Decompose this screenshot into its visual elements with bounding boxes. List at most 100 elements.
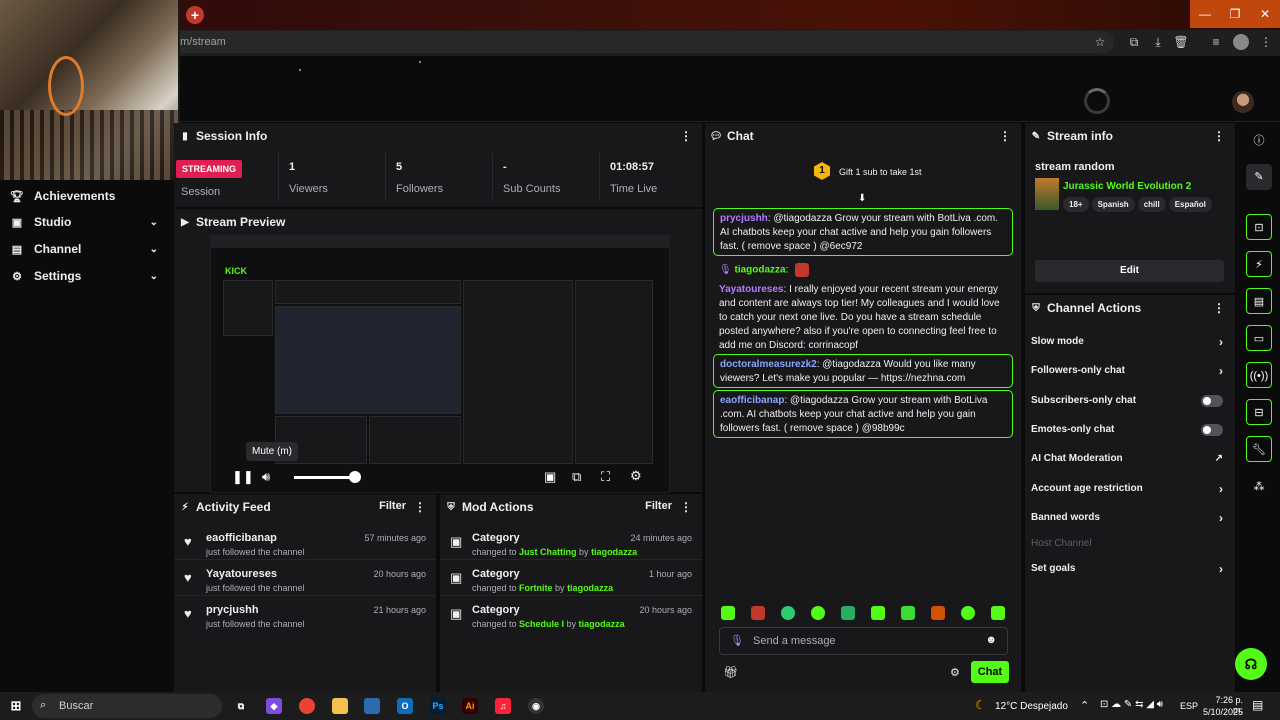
media-queue-icon[interactable]: ≡: [1208, 34, 1224, 50]
emoji-picker-icon[interactable]: ☻: [985, 634, 997, 646]
chat-menu-icon[interactable]: ⋮: [999, 129, 1011, 143]
volume-slider-handle[interactable]: [349, 471, 361, 483]
notifications-icon[interactable]: ▤: [1252, 698, 1263, 712]
tag[interactable]: Spanish: [1091, 197, 1135, 212]
theater-mode-icon[interactable]: ⧉: [572, 469, 581, 485]
tray-chevron-icon[interactable]: ⌃: [1080, 699, 1089, 712]
obs-icon[interactable]: ◉: [528, 698, 544, 714]
photoshop-icon[interactable]: Ps: [430, 698, 446, 714]
set-goals-row[interactable]: Set goals ›: [1031, 555, 1235, 583]
settings-icon[interactable]: ⚙: [630, 468, 642, 484]
windows-start-icon[interactable]: ⊞: [8, 698, 24, 714]
music-icon[interactable]: ♫: [495, 698, 511, 714]
sidebar-item-studio[interactable]: ▣ Studio ⌄: [0, 209, 172, 235]
edit-stream-info-button[interactable]: Edit: [1035, 260, 1224, 282]
chrome-icon[interactable]: [299, 698, 315, 714]
profile-avatar-icon[interactable]: [1233, 34, 1249, 50]
minimize-button[interactable]: —: [1190, 0, 1220, 28]
picture-in-picture-icon[interactable]: ▣: [544, 469, 556, 485]
layout-icon[interactable]: ⊟: [1246, 399, 1272, 425]
sidebar-item-achievements[interactable]: 🏆︎ Achievements: [0, 183, 172, 209]
emote-icon[interactable]: [991, 606, 1005, 620]
task-view-icon[interactable]: ⧉: [233, 698, 249, 714]
chat-settings-icon[interactable]: ⚙: [950, 666, 960, 679]
trash-icon[interactable]: 🗑: [1173, 34, 1189, 50]
chat-icon: 💬︎: [709, 130, 723, 142]
new-tab-button[interactable]: +: [186, 6, 204, 24]
copilot-icon[interactable]: ◆: [266, 698, 282, 714]
emote-icon[interactable]: [931, 606, 945, 620]
channel-actions-menu-icon[interactable]: ⋮: [1213, 301, 1225, 315]
store-icon[interactable]: [364, 698, 380, 714]
taskbar-search[interactable]: ⌕ Buscar: [32, 694, 222, 718]
target-icon[interactable]: ⊡: [1246, 214, 1272, 240]
user-avatar[interactable]: [1232, 91, 1254, 113]
outlook-icon[interactable]: O: [397, 698, 413, 714]
pin-collapse-icon[interactable]: ⬇︎: [858, 193, 866, 204]
clock-date[interactable]: 5/10/2025: [1203, 707, 1243, 717]
close-window-button[interactable]: ✕: [1250, 0, 1280, 28]
mod-filter-button[interactable]: Filter: [645, 500, 672, 512]
chat-bubble-icon[interactable]: ▭: [1246, 325, 1272, 351]
lightning-icon[interactable]: ⚡︎: [1246, 251, 1272, 277]
apps-icon[interactable]: ⁂: [1246, 474, 1272, 500]
maximize-button[interactable]: ❐: [1220, 0, 1250, 28]
fullscreen-icon[interactable]: ⛶: [601, 469, 610, 485]
help-fab-button[interactable]: ☊: [1235, 648, 1267, 680]
sidebar-item-channel[interactable]: ▤ Channel ⌄: [0, 236, 172, 262]
info-icon[interactable]: ⓘ: [1246, 128, 1272, 154]
emote-icon[interactable]: [961, 606, 975, 620]
send-chat-button[interactable]: Chat: [971, 661, 1009, 683]
tag[interactable]: 18+: [1063, 197, 1089, 212]
wrench-icon[interactable]: 🔧︎: [1246, 436, 1272, 462]
emote-icon[interactable]: [811, 606, 825, 620]
activity-filter-button[interactable]: Filter: [379, 500, 406, 512]
browser-menu-icon[interactable]: ⋮: [1258, 34, 1274, 50]
ai-moderation-row[interactable]: AI Chat Moderation ↗: [1031, 445, 1235, 473]
file-explorer-icon[interactable]: [332, 698, 348, 714]
subscribers-only-toggle[interactable]: [1201, 395, 1223, 407]
sidebar: 🏆︎ Achievements ▣ Studio ⌄ ▤ Channel ⌄ ⚙…: [0, 180, 172, 692]
document-icon[interactable]: ▤: [1246, 288, 1272, 314]
emotes-only-toggle[interactable]: [1201, 424, 1223, 436]
sidebar-item-settings[interactable]: ⚙ Settings ⌄: [0, 263, 172, 289]
tray-icons[interactable]: ⊡ ☁ ✎ ⇆ ◢ 🔊︎: [1100, 699, 1163, 710]
stream-info-menu-icon[interactable]: ⋮: [1213, 129, 1225, 143]
pause-button[interactable]: ❚❚: [232, 469, 254, 485]
chat-message-input[interactable]: 🎙︎ Send a message ☻: [719, 627, 1008, 655]
slow-mode-row[interactable]: Slow mode ›: [1031, 328, 1235, 356]
activity-menu-icon[interactable]: ⋮: [414, 500, 426, 514]
list-item: ▣ Category changed to Fortnite by tiagod…: [440, 562, 702, 596]
weather-text[interactable]: 12°C Despejado: [995, 701, 1068, 712]
bookmark-star-icon[interactable]: ☆: [1092, 34, 1108, 50]
address-bar[interactable]: m/stream: [170, 31, 1114, 53]
gift-sub-text[interactable]: Gift 1 sub to take 1st: [839, 167, 922, 177]
volume-slider[interactable]: [294, 476, 354, 479]
chat-message: 🎙︎ tiagodazza:: [713, 260, 1013, 280]
extension-icon[interactable]: ⧉: [1126, 34, 1142, 50]
emote-icon[interactable]: [751, 606, 765, 620]
emote-icon[interactable]: [781, 606, 795, 620]
pencil-icon[interactable]: ✎: [1246, 164, 1272, 190]
pencil-icon: ✎: [1031, 130, 1041, 142]
volume-icon[interactable]: 🔊︎: [262, 469, 270, 485]
emote-icon[interactable]: [901, 606, 915, 620]
download-icon[interactable]: ⤓: [1150, 34, 1166, 50]
category-link[interactable]: Jurassic World Evolution 2: [1063, 181, 1191, 192]
illustrator-icon[interactable]: Ai: [462, 698, 478, 714]
tag[interactable]: chill: [1137, 197, 1166, 212]
mod-menu-icon[interactable]: ⋮: [680, 500, 692, 514]
emote-icon[interactable]: [721, 606, 735, 620]
page-banner: [0, 56, 1280, 80]
session-menu-icon[interactable]: ⋮: [680, 129, 692, 143]
tag[interactable]: Español: [1168, 197, 1212, 212]
language-indicator[interactable]: ESP: [1180, 701, 1198, 711]
gift-icon[interactable]: 🎁︎: [723, 665, 738, 679]
broadcast-icon[interactable]: ((•)): [1246, 362, 1272, 388]
emote-icon[interactable]: [871, 606, 885, 620]
shield-icon: ⛨: [1032, 302, 1040, 314]
emote-icon[interactable]: [841, 606, 855, 620]
account-age-row[interactable]: Account age restriction ›: [1031, 475, 1235, 503]
banned-words-row[interactable]: Banned words ›: [1031, 504, 1235, 532]
followers-only-row[interactable]: Followers-only chat ›: [1031, 357, 1235, 385]
